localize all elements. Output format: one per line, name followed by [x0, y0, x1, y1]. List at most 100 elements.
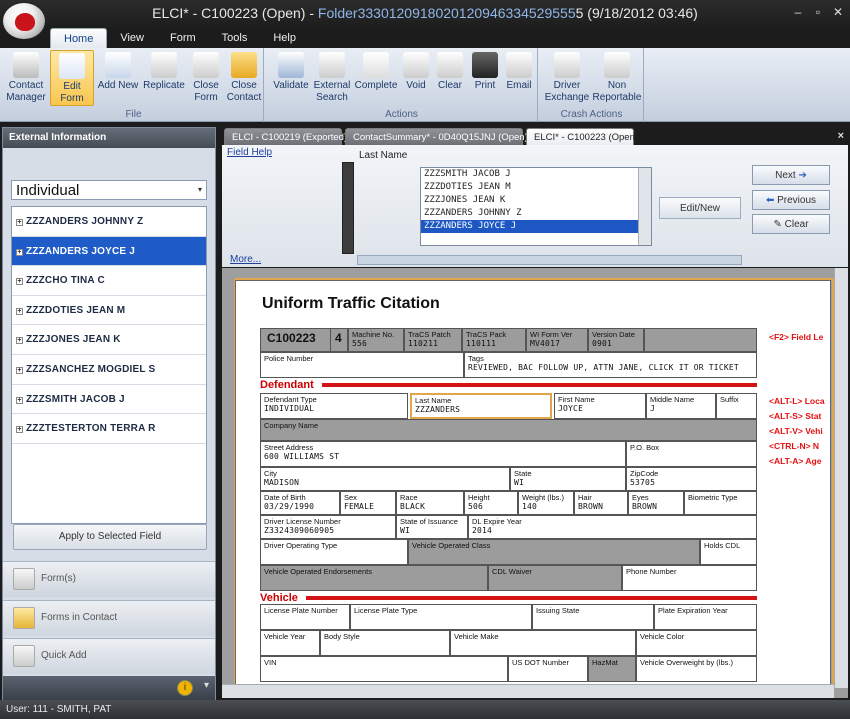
previous-button[interactable]: ⬅ Previous — [752, 190, 830, 210]
police-number-field[interactable]: Police Number — [260, 352, 464, 378]
edit-new-button[interactable]: Edit/New — [659, 197, 741, 219]
more-link[interactable]: More... — [230, 254, 261, 265]
close-window-button[interactable]: ✕ — [830, 5, 846, 19]
tags-field[interactable]: Tags REVIEWED, BAC FOLLOW UP, ATTN JANE, … — [464, 352, 757, 378]
vin-field[interactable]: VIN — [260, 656, 508, 682]
list-item[interactable]: ZZZSMITH JACOB J — [421, 168, 651, 181]
vehicle-year-field[interactable]: Vehicle Year — [260, 630, 320, 656]
zipcode-field[interactable]: ZipCode 53705 — [626, 467, 757, 491]
tab-view[interactable]: View — [107, 28, 157, 48]
expand-icon[interactable]: + — [16, 307, 23, 315]
suffix-field[interactable]: Suffix — [716, 393, 757, 419]
weight-field[interactable]: Weight (lbs.) 140 — [518, 491, 574, 515]
city-field[interactable]: City MADISON — [260, 467, 510, 491]
close-form-button[interactable]: Close Form — [188, 50, 224, 106]
nav-forms[interactable]: Form(s) — [3, 561, 215, 597]
list-item[interactable]: ZZZANDERS JOHNNY Z — [421, 207, 651, 220]
expand-icon[interactable]: + — [16, 248, 23, 256]
list-item[interactable]: + ZZZSANCHEZ MOGDIEL S — [12, 355, 206, 385]
list-item[interactable]: + ZZZCHO TINA C — [12, 266, 206, 296]
validate-button[interactable]: Validate — [272, 50, 310, 106]
list-item[interactable]: ZZZDOTIES JEAN M — [421, 181, 651, 194]
driver-license-field[interactable]: Driver License Number Z3324309060905 — [260, 515, 396, 539]
street-address-field[interactable]: Street Address 600 WILLIAMS ST — [260, 441, 626, 467]
list-scrollbar[interactable] — [638, 168, 651, 245]
phone-number-field[interactable]: Phone Number — [622, 565, 757, 591]
vertical-scrollbar[interactable] — [834, 268, 848, 688]
apply-to-selected-field-button[interactable]: Apply to Selected Field — [13, 524, 207, 550]
list-item[interactable]: + ZZZDOTIES JEAN M — [12, 296, 206, 326]
add-new-button[interactable]: Add New — [97, 50, 139, 106]
body-style-field[interactable]: Body Style — [320, 630, 450, 656]
hair-field[interactable]: Hair BROWN — [574, 491, 628, 515]
version-date-field[interactable]: Version Date 0901 — [588, 328, 644, 352]
nav-forms-in-contact[interactable]: Forms in Contact — [3, 600, 215, 636]
plate-expiration-field[interactable]: Plate Expiration Year — [654, 604, 757, 630]
list-item[interactable]: ZZZJONES JEAN K — [421, 194, 651, 207]
license-plate-type-field[interactable]: License Plate Type — [350, 604, 532, 630]
non-reportable-button[interactable]: Non Reportable — [592, 50, 642, 106]
tab-help[interactable]: Help — [260, 28, 309, 48]
nav-quick-add[interactable]: Quick Add — [3, 638, 215, 674]
sex-field[interactable]: Sex FEMALE — [340, 491, 396, 515]
company-name-field[interactable]: Company Name — [260, 419, 757, 441]
dl-expire-field[interactable]: DL Expire Year 2014 — [468, 515, 757, 539]
last-name-field[interactable]: Last Name ZZZANDERS — [410, 393, 552, 419]
vehicle-operated-class-field[interactable]: Vehicle Operated Class — [408, 539, 700, 565]
state-of-issuance-field[interactable]: State of Issuance WI — [396, 515, 468, 539]
clear-button[interactable]: Clear — [435, 50, 465, 106]
tab-elci-c100223[interactable]: ELCI* - C100223 (Open) — [526, 128, 638, 145]
expand-icon[interactable]: + — [16, 278, 23, 286]
form-horizontal-scrollbar[interactable] — [222, 684, 834, 698]
machine-no-field[interactable]: Machine No. 556 — [348, 328, 404, 352]
state-field[interactable]: State WI — [510, 467, 626, 491]
contact-manager-button[interactable]: Contact Manager — [6, 50, 46, 106]
middle-name-field[interactable]: Middle Name J — [646, 393, 716, 419]
expand-icon[interactable]: + — [16, 366, 23, 374]
driver-exchange-button[interactable]: Driver Exchange — [544, 50, 590, 106]
minimize-button[interactable]: – — [790, 5, 806, 19]
list-item[interactable]: ZZZANDERS JOYCE J — [421, 220, 651, 233]
complete-button[interactable]: Complete — [354, 50, 398, 106]
app-logo[interactable] — [2, 2, 46, 40]
wi-form-ver-field[interactable]: WI Form Ver MV4017 — [526, 328, 588, 352]
expand-icon[interactable]: + — [16, 337, 23, 345]
dob-field[interactable]: Date of Birth 03/29/1990 — [260, 491, 340, 515]
tab-form[interactable]: Form — [157, 28, 209, 48]
expand-icon[interactable]: + — [16, 219, 23, 226]
list-item[interactable]: + ZZZTESTERTON TERRA R — [12, 414, 206, 444]
tab-tools[interactable]: Tools — [209, 28, 261, 48]
restore-button[interactable]: ▫ — [810, 5, 826, 19]
print-button[interactable]: Print — [470, 50, 500, 106]
tab-home[interactable]: Home — [50, 28, 108, 48]
license-plate-number-field[interactable]: License Plate Number — [260, 604, 350, 630]
clear-search-button[interactable]: ✎ Clear — [752, 214, 830, 234]
list-item[interactable]: + ZZZANDERS JOYCE J — [12, 236, 206, 267]
external-search-button[interactable]: External Search — [312, 50, 352, 106]
tab-elci-c100219[interactable]: ELCI - C100219 (Exported) — [224, 128, 347, 145]
close-contact-button[interactable]: Close Contact — [225, 50, 263, 106]
height-field[interactable]: Height 506 — [464, 491, 518, 515]
us-dot-number-field[interactable]: US DOT Number — [508, 656, 588, 682]
field-help-link[interactable]: Field Help — [227, 147, 272, 158]
edit-form-button[interactable]: Edit Form — [50, 50, 94, 106]
biometric-type-field[interactable]: Biometric Type — [684, 491, 757, 515]
po-box-field[interactable]: P.O. Box — [626, 441, 757, 467]
issuing-state-field[interactable]: Issuing State — [532, 604, 654, 630]
horizontal-scrollbar[interactable] — [357, 255, 742, 265]
void-button[interactable]: Void — [401, 50, 431, 106]
tracs-pack-field[interactable]: TraCS Pack 110111 — [462, 328, 526, 352]
next-button[interactable]: Next ➔ — [752, 165, 830, 185]
vehicle-color-field[interactable]: Vehicle Color — [636, 630, 757, 656]
vehicle-make-field[interactable]: Vehicle Make — [450, 630, 636, 656]
cdl-waiver-field[interactable]: CDL Waiver — [488, 565, 622, 591]
expand-icon[interactable]: + — [16, 426, 23, 434]
replicate-button[interactable]: Replicate — [142, 50, 186, 106]
type-selector[interactable]: Individual ▾ — [11, 180, 207, 200]
hazmat-field[interactable]: HazMat — [588, 656, 636, 682]
close-icon[interactable]: × — [838, 130, 844, 142]
list-item[interactable]: + ZZZSMITH JACOB J — [12, 385, 206, 415]
list-item[interactable]: + ZZZANDERS JOHNNY Z — [12, 207, 206, 237]
race-field[interactable]: Race BLACK — [396, 491, 464, 515]
email-button[interactable]: Email — [504, 50, 534, 106]
